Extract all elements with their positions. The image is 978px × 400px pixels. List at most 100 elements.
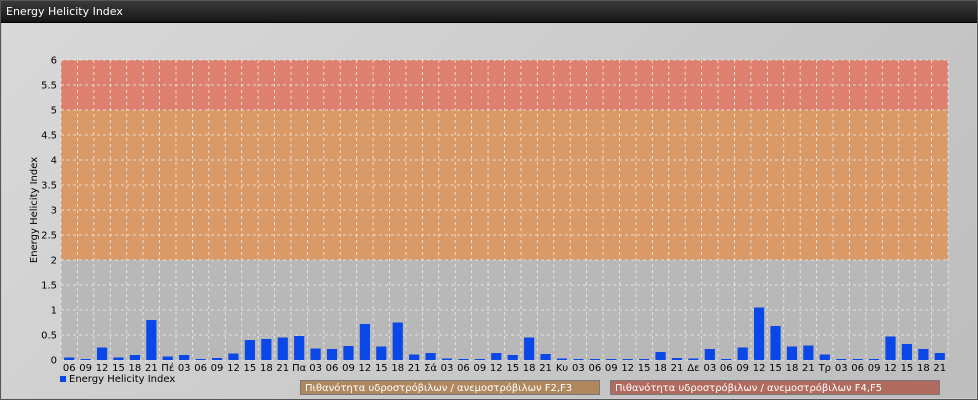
bar-17 [343,346,354,360]
x-tick-label: 21 [802,363,815,374]
bar-32 [589,359,600,360]
x-tick-label: 12 [753,363,766,374]
bar-53 [934,353,945,360]
x-tick-label: 21 [145,363,158,374]
x-tick-label: 03 [178,363,191,374]
band-legend-f2f3: Πιθανότητα υδροστρόβιλων / ανεμοστρόβιλω… [300,380,600,395]
x-tick-label: 09 [79,363,92,374]
x-tick-label: 09 [342,363,355,374]
bar-38 [688,358,699,360]
bar-23 [441,358,453,360]
y-tick-label: 6 [51,56,57,67]
y-tick-label: 5.5 [41,81,57,92]
bar-49 [868,359,880,360]
x-tick-label: 06 [326,363,339,374]
y-tick-label: 4 [51,156,57,167]
bar-2 [96,347,108,360]
bar-48 [852,359,863,360]
y-tick-label: 3.5 [41,181,57,192]
x-tick-label: 15 [506,363,519,374]
y-tick-label: 2.5 [41,231,57,242]
x-tick-label: 18 [654,363,667,374]
bar-31 [573,359,584,360]
series-legend: Energy Helicity Index [60,374,175,385]
x-tick-label: Τρ [818,363,831,374]
bar-12 [261,339,272,360]
bar-3 [113,357,124,360]
y-tick-label: 2 [51,256,57,267]
x-tick-label: 06 [194,363,207,374]
bar-42 [754,307,765,360]
x-tick-label: 21 [276,363,289,374]
bar-50 [885,336,896,360]
bar-28 [524,337,535,360]
x-tick-label: Κυ [556,363,569,374]
bar-34 [622,359,633,360]
x-tick-label: 21 [671,363,684,374]
bar-46 [819,354,830,360]
y-tick-label: 5 [51,106,57,117]
x-tick-label: 15 [375,363,388,374]
x-tick-label: 03 [835,363,848,374]
x-tick-label: 18 [391,363,404,374]
x-tick-label: 15 [244,363,257,374]
bar-43 [770,326,781,360]
bar-13 [277,337,288,360]
x-tick-label: 12 [227,363,240,374]
x-tick-label: Πέ [161,362,174,374]
x-tick-label: 06 [588,363,601,374]
bar-15 [310,348,321,360]
bar-1 [80,359,91,360]
x-tick-label: 09 [211,363,224,374]
x-tick-label: 09 [868,363,881,374]
bar-40 [721,359,732,360]
bar-7 [179,355,190,360]
y-tick-label: 3 [51,206,57,217]
bar-5 [146,320,157,360]
x-tick-label: 18 [260,363,273,374]
x-tick-label: 12 [96,363,109,374]
y-tick-label: 0.5 [41,331,57,342]
bar-22 [425,353,436,360]
bar-4 [129,355,141,360]
bar-18 [359,324,370,360]
x-tick-label: 09 [473,363,486,374]
bar-36 [655,352,666,360]
x-tick-label: 03 [309,363,322,374]
y-axis-label: Energy Helicity Index [29,157,40,263]
x-tick-label: 06 [851,363,864,374]
x-tick-label: 12 [359,363,372,374]
bar-16 [326,349,338,360]
y-tick-label: 0 [51,356,57,367]
x-tick-label: 03 [703,363,716,374]
x-tick-label: 12 [621,363,634,374]
bar-39 [704,349,715,360]
x-tick-label: 06 [63,363,76,374]
x-tick-label: 15 [769,363,782,374]
x-tick-label: 15 [638,363,651,374]
bar-35 [639,359,650,360]
y-tick-label: 1 [51,306,57,317]
bar-33 [606,359,617,360]
band-legend-f4f5: Πιθανότητα υδροστρόβιλων / ανεμοστρόβιλω… [610,380,940,395]
x-tick-label: 18 [786,363,799,374]
x-tick-label: 18 [129,363,142,374]
chart-canvas: 00.511.522.533.544.555.56 06 09 12 15 18 21 Πέ… [29,56,949,374]
x-tick-label: 03 [441,363,454,374]
bar-20 [392,322,403,360]
x-tick-label: 09 [605,363,618,374]
x-tick-label: 15 [901,363,914,374]
bar-26 [491,353,502,360]
bar-51 [901,344,913,360]
x-tick-label: 15 [112,363,125,374]
bar-11 [244,340,255,360]
x-tick-label: 21 [408,363,421,374]
x-tick-label: 06 [457,363,470,374]
series-legend-swatch [60,376,66,382]
bar-45 [803,345,814,360]
x-axis: 06 09 12 15 18 21 Πέ 03 06 09 12 15 18 21 Πα 03 06 09 12 15… [63,362,946,374]
y-tick-label: 1.5 [41,281,57,292]
x-tick-label: 06 [720,363,733,374]
x-tick-label: 12 [884,363,897,374]
bar-41 [737,347,748,360]
